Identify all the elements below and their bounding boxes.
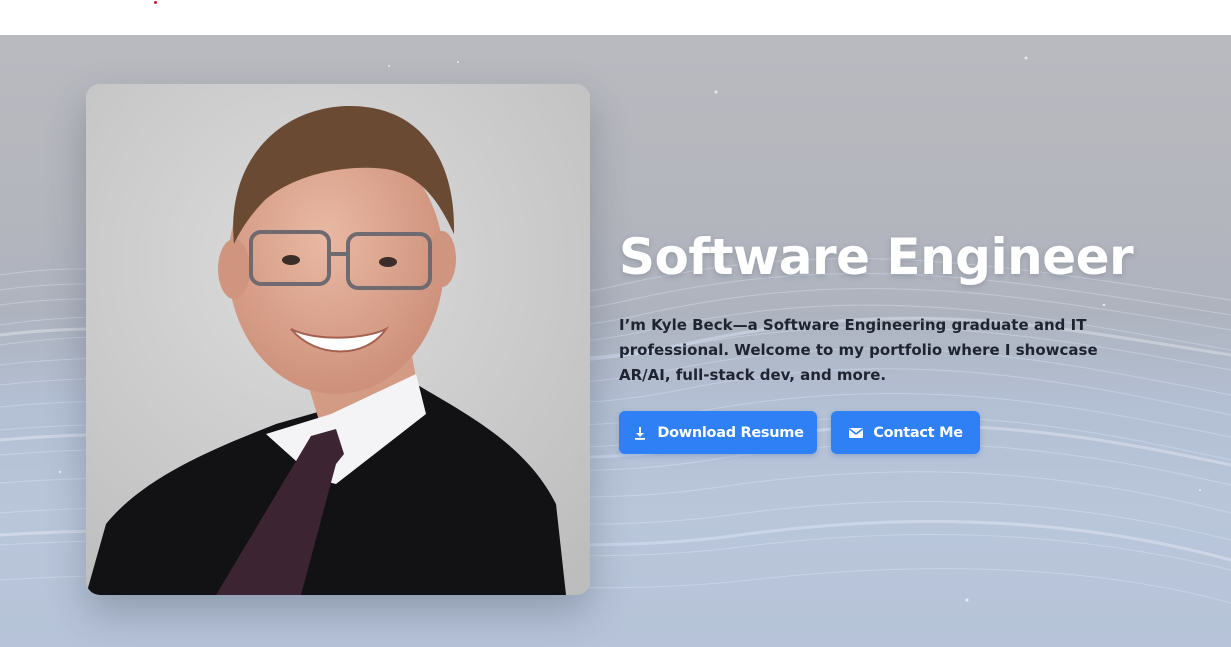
contact-me-label: Contact Me [873,424,963,441]
hero-buttons: Download Resume Contact Me [619,411,1179,454]
contact-me-button[interactable]: Contact Me [831,411,980,454]
download-resume-label: Download Resume [657,424,804,441]
download-resume-button[interactable]: Download Resume [619,411,817,454]
profile-photo [86,84,590,595]
portrait-image [86,84,590,595]
nav-indicator-dot [154,1,157,4]
top-navigation-bar [0,0,1231,35]
hero-section: Software Engineer I’m Kyle Beck—a Softwa… [0,35,1231,647]
mail-icon [848,425,864,441]
download-icon [632,425,648,441]
hero-title: Software Engineer [619,228,1134,286]
hero-intro-text: I’m Kyle Beck—a Software Engineering gra… [619,316,1098,384]
hero-content: Software Engineer I’m Kyle Beck—a Softwa… [619,223,1179,454]
